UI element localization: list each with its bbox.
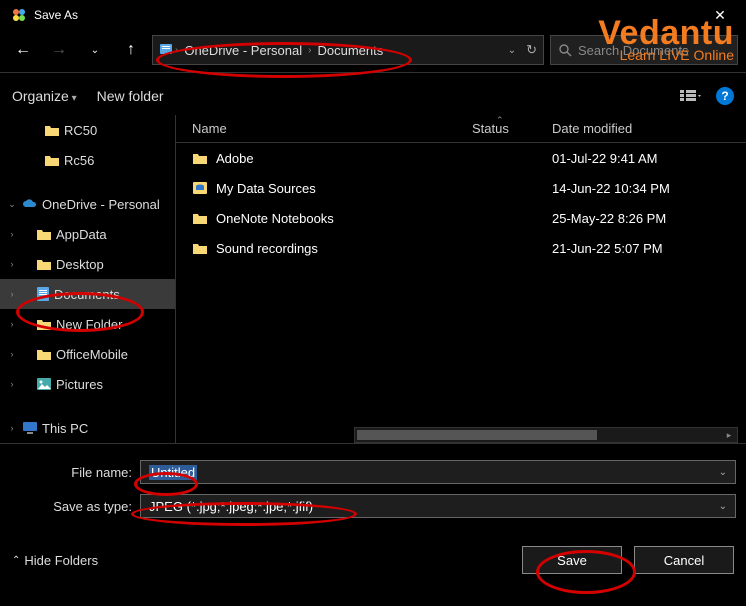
refresh-icon[interactable]: ↻	[526, 42, 537, 58]
new-folder-button[interactable]: New folder	[97, 88, 164, 104]
view-options-button[interactable]	[680, 87, 702, 105]
nav-tree[interactable]: RC50 Rc56 ⌄OneDrive - Personal ›AppData …	[0, 115, 176, 443]
app-icon	[10, 6, 28, 24]
search-placeholder: Search Documents	[578, 43, 689, 58]
document-icon	[36, 286, 50, 302]
filename-label: File name:	[10, 465, 140, 480]
col-date[interactable]: Date modified	[544, 121, 704, 136]
pc-icon	[22, 421, 38, 435]
recent-button[interactable]: ⌄	[80, 35, 110, 65]
breadcrumb-seg-onedrive[interactable]: OneDrive - Personal	[180, 43, 306, 58]
tree-item-thispc[interactable]: ›This PC	[0, 413, 175, 443]
scroll-right-icon[interactable]: ▸	[721, 428, 737, 442]
tree-item-pictures[interactable]: ›Pictures	[0, 369, 175, 399]
list-item[interactable]: Sound recordings 21-Jun-22 5:07 PM	[176, 233, 746, 263]
list-item[interactable]: Adobe 01-Jul-22 9:41 AM	[176, 143, 746, 173]
list-item[interactable]: My Data Sources 14-Jun-22 10:34 PM	[176, 173, 746, 203]
search-input[interactable]: Search Documents	[550, 35, 738, 65]
cancel-button[interactable]: Cancel	[634, 546, 734, 574]
col-name[interactable]: Name⌃	[184, 121, 464, 136]
folder-icon	[192, 151, 208, 165]
toolbar: Organize New folder ?	[0, 77, 746, 115]
tree-item-documents[interactable]: ›Documents	[0, 279, 175, 309]
chevron-down-icon[interactable]: ⌄	[719, 501, 727, 512]
dropdown-icon[interactable]: ⌄	[508, 45, 516, 56]
main-area: RC50 Rc56 ⌄OneDrive - Personal ›AppData …	[0, 115, 746, 443]
filetype-label: Save as type:	[10, 499, 140, 514]
address-bar[interactable]: › OneDrive - Personal › Documents ⌄ ↻	[152, 35, 544, 65]
list-item[interactable]: OneNote Notebooks 25-May-22 8:26 PM	[176, 203, 746, 233]
tree-item-rc50[interactable]: RC50	[0, 115, 175, 145]
tree-item-newfolder[interactable]: ›New Folder	[0, 309, 175, 339]
tree-item-desktop[interactable]: ›Desktop	[0, 249, 175, 279]
nav-row: ← → ⌄ ↑ › OneDrive - Personal › Document…	[0, 30, 746, 68]
back-button[interactable]: ←	[8, 35, 38, 65]
filename-input[interactable]: Untitled ⌄	[140, 460, 736, 484]
organize-menu[interactable]: Organize	[12, 88, 77, 104]
tree-item-officemobile[interactable]: ›OfficeMobile	[0, 339, 175, 369]
window-title: Save As	[34, 8, 698, 22]
bottom-bar: ⌃Hide Folders Save Cancel	[0, 538, 746, 584]
chevron-down-icon[interactable]: ⌄	[719, 467, 727, 478]
close-button[interactable]: ✕	[698, 0, 742, 30]
separator	[0, 72, 746, 73]
tree-item-onedrive[interactable]: ⌄OneDrive - Personal	[0, 189, 175, 219]
data-sources-icon	[192, 181, 208, 195]
up-button[interactable]: ↑	[116, 35, 146, 65]
folder-icon	[192, 241, 208, 255]
tree-item-appdata[interactable]: ›AppData	[0, 219, 175, 249]
pictures-icon	[36, 377, 52, 391]
location-icon	[159, 42, 173, 59]
filetype-select[interactable]: JPEG (*.jpg;*.jpeg;*.jpe;*.jfif) ⌄	[140, 494, 736, 518]
hide-folders-button[interactable]: ⌃Hide Folders	[12, 553, 98, 568]
titlebar: Save As ✕	[0, 0, 746, 30]
list-header: Name⌃ Status Date modified	[176, 115, 746, 143]
col-status[interactable]: Status	[464, 121, 544, 136]
tree-item-rc56[interactable]: Rc56	[0, 145, 175, 175]
help-button[interactable]: ?	[716, 87, 734, 105]
chevron-icon: ›	[306, 45, 313, 56]
scrollbar-horizontal[interactable]: ◂ ▸	[354, 427, 738, 443]
save-form: File name: Untitled ⌄ Save as type: JPEG…	[0, 443, 746, 538]
breadcrumb-seg-documents[interactable]: Documents	[313, 43, 387, 58]
chevron-icon: ›	[173, 45, 180, 56]
forward-button[interactable]: →	[44, 35, 74, 65]
sort-up-icon: ⌃	[496, 115, 504, 126]
folder-icon	[192, 211, 208, 225]
cloud-icon	[22, 197, 38, 211]
file-list[interactable]: Name⌃ Status Date modified Adobe 01-Jul-…	[176, 115, 746, 443]
save-button[interactable]: Save	[522, 546, 622, 574]
scroll-thumb[interactable]	[357, 430, 597, 440]
search-icon	[559, 44, 572, 57]
